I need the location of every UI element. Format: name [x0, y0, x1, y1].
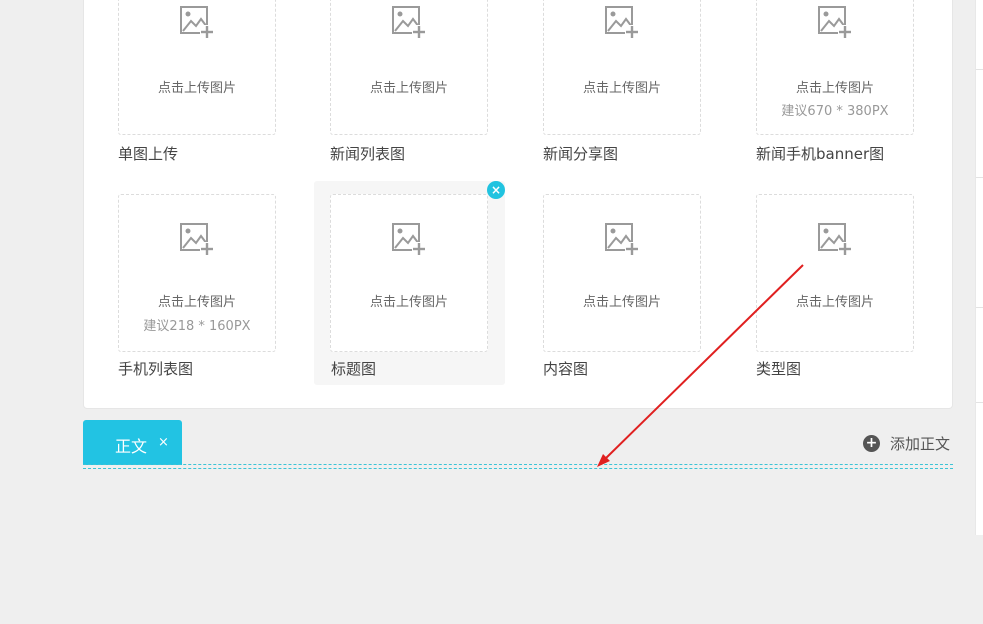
add-body-label: 添加正文	[890, 435, 951, 453]
upload-box-news-mobile-banner[interactable]: 点击上传图片 建议670 * 380PX	[756, 0, 914, 135]
remove-slot-button[interactable]: ×	[487, 181, 505, 199]
slot-label: 新闻列表图	[330, 145, 406, 163]
image-add-icon	[605, 6, 639, 39]
upload-box-title[interactable]: 点击上传图片	[330, 194, 488, 352]
image-add-icon	[818, 6, 852, 39]
upload-hint: 点击上传图片	[369, 295, 448, 310]
upload-hint: 点击上传图片	[157, 81, 236, 96]
tab-label: 正文	[115, 437, 148, 456]
slot-label: 内容图	[543, 360, 589, 378]
upload-box-news-share[interactable]: 点击上传图片	[543, 0, 701, 135]
plus-circle-icon: +	[863, 435, 880, 452]
slot-label: 新闻手机banner图	[756, 145, 885, 163]
tab-body[interactable]: 正文 ×	[83, 420, 182, 465]
image-add-icon	[180, 6, 214, 39]
tab-dashed-underline	[83, 464, 953, 469]
upload-box-mobile-list[interactable]: 点击上传图片 建议218 * 160PX	[118, 194, 276, 352]
upload-box-content[interactable]: 点击上传图片	[543, 194, 701, 352]
upload-box-type[interactable]: 点击上传图片	[756, 194, 914, 352]
upload-hint: 点击上传图片	[582, 81, 661, 96]
image-add-icon	[392, 223, 426, 256]
size-suggestion: 建议218 * 160PX	[143, 319, 251, 334]
image-add-icon	[180, 223, 214, 256]
tab-close-button[interactable]: ×	[158, 435, 169, 450]
upload-hint: 点击上传图片	[795, 295, 874, 310]
slot-label: 手机列表图	[118, 360, 194, 378]
image-add-icon	[392, 6, 426, 39]
right-panel-edge	[975, 0, 983, 535]
upload-hint: 点击上传图片	[369, 81, 448, 96]
upload-hint: 点击上传图片	[582, 295, 661, 310]
upload-box-news-list[interactable]: 点击上传图片	[330, 0, 488, 135]
slot-label: 单图上传	[118, 145, 179, 163]
upload-hint: 点击上传图片	[157, 295, 236, 310]
slot-label: 类型图	[756, 360, 802, 378]
image-add-icon	[818, 223, 852, 256]
slot-label: 标题图	[331, 360, 377, 378]
upload-hint: 点击上传图片	[795, 81, 874, 96]
add-body-button[interactable]: + 添加正文	[863, 433, 950, 454]
image-add-icon	[605, 223, 639, 256]
slot-label: 新闻分享图	[543, 145, 619, 163]
size-suggestion: 建议670 * 380PX	[781, 104, 889, 119]
upload-box-single[interactable]: 点击上传图片	[118, 0, 276, 135]
